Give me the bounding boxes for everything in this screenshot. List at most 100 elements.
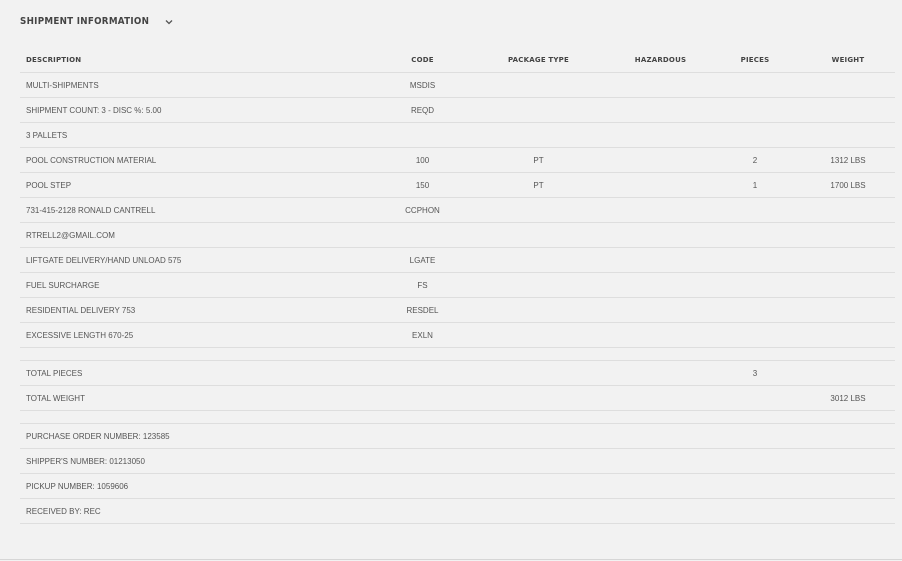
cell-hazardous [612, 360, 709, 386]
cell-description: TOTAL PIECES [20, 360, 380, 386]
table-row: 3 PALLETS [20, 122, 895, 148]
cell-code: 150 [380, 172, 465, 198]
cell-description: RESIDENTIAL DELIVERY 753 [20, 297, 380, 323]
column-header-pieces: PIECES [709, 48, 801, 73]
cell-weight [801, 360, 895, 386]
cell-package-type [465, 247, 612, 273]
cell-code: LGATE [380, 247, 465, 273]
cell-package-type [465, 222, 612, 248]
cell-package-type [465, 72, 612, 98]
cell-pieces: 3 [709, 360, 801, 386]
table-row: 731-415-2128 RONALD CANTRELL CCPHON [20, 197, 895, 223]
cell-weight [801, 197, 895, 223]
cell-code [380, 360, 465, 386]
cell-package-type: PT [465, 147, 612, 173]
cell-package-type [465, 122, 612, 148]
table-row: RESIDENTIAL DELIVERY 753 RESDEL [20, 297, 895, 323]
column-header-package-type: PACKAGE TYPE [465, 48, 612, 73]
cell-description: LIFTGATE DELIVERY/HAND UNLOAD 575 [20, 247, 380, 273]
cell-hazardous [612, 147, 709, 173]
cell-weight: 1312 LBS [801, 147, 895, 173]
cell-hazardous [612, 97, 709, 123]
cell-package-type: PT [465, 172, 612, 198]
cell-hazardous [612, 247, 709, 273]
column-header-weight: WEIGHT [801, 48, 895, 73]
cell-pieces [709, 222, 801, 248]
cell-code: EXLN [380, 322, 465, 348]
cell-code: CCPHON [380, 197, 465, 223]
cell-code: FS [380, 272, 465, 298]
cell-weight [801, 222, 895, 248]
cell-pieces [709, 122, 801, 148]
totals-row: TOTAL PIECES 3 [20, 360, 895, 386]
cell-pieces [709, 197, 801, 223]
cell-package-type [465, 385, 612, 411]
table-row: RTRELL2@GMAIL.COM [20, 222, 895, 248]
cell-package-type [465, 197, 612, 223]
section-title: SHIPMENT INFORMATION [20, 16, 150, 27]
cell-description: RTRELL2@GMAIL.COM [20, 222, 380, 248]
reference-row: RECEIVED BY: REC [20, 498, 895, 524]
cell-description: 3 PALLETS [20, 122, 380, 148]
table-row: SHIPMENT COUNT: 3 - DISC %: 5.00 REQD [20, 97, 895, 123]
cell-pieces [709, 72, 801, 98]
cell-hazardous [612, 297, 709, 323]
cell-hazardous [612, 222, 709, 248]
reference-row: PICKUP NUMBER: 1059606 [20, 473, 895, 499]
cell-hazardous [612, 172, 709, 198]
cell-received-by: RECEIVED BY: REC [20, 498, 895, 524]
cell-purchase-order-number: PURCHASE ORDER NUMBER: 123585 [20, 423, 895, 449]
totals-row: TOTAL WEIGHT 3012 LBS [20, 385, 895, 411]
cell-pieces [709, 272, 801, 298]
cell-hazardous [612, 122, 709, 148]
column-header-code: CODE [380, 48, 465, 73]
reference-row: PURCHASE ORDER NUMBER: 123585 [20, 423, 895, 449]
cell-pieces: 1 [709, 172, 801, 198]
table-row: MULTI-SHIPMENTS MSDIS [20, 72, 895, 98]
cell-package-type [465, 297, 612, 323]
chevron-down-icon[interactable] [164, 17, 174, 27]
table-spacer-row [20, 347, 895, 361]
cell-description: TOTAL WEIGHT [20, 385, 380, 411]
cell-hazardous [612, 272, 709, 298]
cell-pieces [709, 97, 801, 123]
table-row: EXCESSIVE LENGTH 670-25 EXLN [20, 322, 895, 348]
spacer-cell [20, 347, 895, 361]
cell-hazardous [612, 385, 709, 411]
cell-package-type [465, 360, 612, 386]
cell-hazardous [612, 197, 709, 223]
cell-pieces: 2 [709, 147, 801, 173]
cell-weight [801, 272, 895, 298]
cell-code: MSDIS [380, 72, 465, 98]
cell-weight [801, 72, 895, 98]
cell-package-type [465, 322, 612, 348]
cell-code: RESDEL [380, 297, 465, 323]
bottom-divider [0, 559, 902, 560]
cell-pieces [709, 322, 801, 348]
cell-code [380, 122, 465, 148]
cell-description: MULTI-SHIPMENTS [20, 72, 380, 98]
cell-weight: 3012 LBS [801, 385, 895, 411]
cell-weight [801, 97, 895, 123]
table-row: LIFTGATE DELIVERY/HAND UNLOAD 575 LGATE [20, 247, 895, 273]
cell-hazardous [612, 72, 709, 98]
table-row: POOL STEP 150 PT 1 1700 LBS [20, 172, 895, 198]
cell-weight [801, 122, 895, 148]
cell-code [380, 222, 465, 248]
table-header-row: DESCRIPTION CODE PACKAGE TYPE HAZARDOUS … [20, 48, 895, 73]
column-header-description: DESCRIPTION [20, 48, 380, 73]
cell-pieces [709, 297, 801, 323]
reference-row: SHIPPER'S NUMBER: 01213050 [20, 448, 895, 474]
shipment-table: DESCRIPTION CODE PACKAGE TYPE HAZARDOUS … [20, 48, 895, 524]
cell-pickup-number: PICKUP NUMBER: 1059606 [20, 473, 895, 499]
cell-weight [801, 297, 895, 323]
cell-description: EXCESSIVE LENGTH 670-25 [20, 322, 380, 348]
section-header-shipment-information[interactable]: SHIPMENT INFORMATION [20, 16, 174, 27]
spacer-cell [20, 410, 895, 424]
table-row: FUEL SURCHARGE FS [20, 272, 895, 298]
cell-code: REQD [380, 97, 465, 123]
cell-package-type [465, 272, 612, 298]
cell-description: POOL CONSTRUCTION MATERIAL [20, 147, 380, 173]
cell-description: FUEL SURCHARGE [20, 272, 380, 298]
cell-hazardous [612, 322, 709, 348]
